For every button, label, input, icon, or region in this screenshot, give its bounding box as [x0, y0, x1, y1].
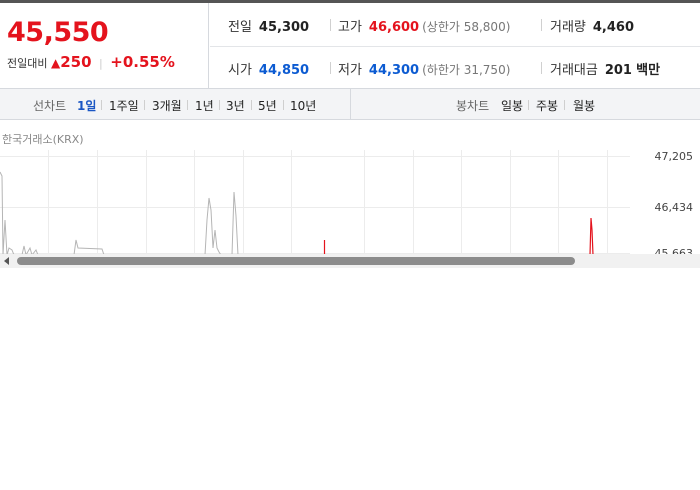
chart-gridlines: [0, 150, 630, 255]
high-label: 고가: [338, 20, 362, 35]
chart-canvas: [0, 150, 630, 255]
change-label: 전일대비: [7, 57, 48, 70]
horizontal-scrollbar[interactable]: [0, 254, 700, 268]
tab-separator: [144, 100, 145, 110]
scroll-left-arrow-icon[interactable]: [4, 257, 9, 265]
y-tick-label: 46,434: [654, 201, 694, 214]
candle-chart-label: 봉차트: [456, 99, 490, 113]
lower-limit: (하한가 31,750): [422, 63, 511, 77]
divider: [330, 62, 331, 74]
tab-separator: [101, 100, 102, 110]
price-spike: [589, 217, 594, 255]
volume-value: 4,460: [592, 20, 635, 35]
amount-cell: 거래대금 201 백만: [550, 59, 660, 78]
tab-3month[interactable]: 3개월: [152, 97, 182, 114]
volume-cell: 거래량 4,460: [550, 16, 634, 35]
change-row: 전일대비 ▲250 | +0.55%: [7, 53, 175, 71]
tab-1day[interactable]: 1일: [77, 97, 96, 114]
low-label: 저가: [338, 63, 362, 78]
tab-separator: [283, 100, 284, 110]
exchange-label: 한국거래소(KRX): [2, 133, 84, 146]
tab-separator: [528, 100, 529, 110]
chart-tab-bar: 선차트 1일 1주일 3개월 1년 3년 5년 10년 봉차트 일봉 주봉 월봉: [0, 89, 700, 120]
amount-value: 201: [604, 63, 632, 78]
high-value: 46,600: [368, 20, 420, 35]
tab-1year[interactable]: 1년: [195, 97, 214, 114]
tab-1week[interactable]: 1주일: [109, 97, 139, 114]
prev-close-label: 전일: [228, 20, 252, 35]
y-tick-label: 47,205: [654, 150, 694, 163]
divider: [541, 62, 542, 74]
tab-separator: [564, 100, 565, 110]
open-cell: 시가 44,850: [228, 59, 309, 78]
tab-daily-candle[interactable]: 일봉: [501, 97, 523, 114]
tab-5year[interactable]: 5년: [258, 97, 277, 114]
price-box: 45,550 전일대비 ▲250 | +0.55%: [0, 3, 209, 88]
row-divider: [210, 46, 700, 47]
current-price: 45,550: [7, 17, 109, 48]
change-separator: |: [99, 57, 103, 70]
volume-label: 거래량: [550, 20, 586, 35]
divider: [330, 19, 331, 31]
change-value: 250: [60, 53, 92, 71]
amount-label: 거래대금: [550, 63, 598, 78]
line-chart-label: 선차트: [33, 99, 67, 113]
prev-close-cell: 전일 45,300: [228, 16, 309, 35]
quote-summary: 45,550 전일대비 ▲250 | +0.55% 전일 45,300 고가 46,…: [0, 3, 700, 89]
low-cell: 저가 44,300 (하한가 31,750): [338, 59, 510, 78]
tab-separator: [251, 100, 252, 110]
tab-separator: [187, 100, 188, 110]
price-line: [0, 171, 239, 255]
open-value: 44,850: [258, 63, 310, 78]
upper-limit: (상한가 58,800): [422, 20, 511, 34]
scrollbar-thumb[interactable]: [17, 257, 575, 265]
amount-unit: 백만: [636, 63, 661, 78]
low-value: 44,300: [368, 63, 420, 78]
tab-separator: [219, 100, 220, 110]
tab-10year[interactable]: 10년: [290, 97, 316, 114]
chart-area: 한국거래소(KRX) 47,205 46,434 45,663: [0, 120, 700, 255]
tab-monthly-candle[interactable]: 월봉: [573, 97, 595, 114]
prev-close-value: 45,300: [258, 20, 310, 35]
triangle-up-icon: ▲: [50, 56, 61, 70]
change-rate: +0.55%: [110, 53, 175, 71]
high-cell: 고가 46,600 (상한가 58,800): [338, 16, 510, 35]
tab-weekly-candle[interactable]: 주봉: [536, 97, 558, 114]
open-label: 시가: [228, 63, 252, 78]
tab-3year[interactable]: 3년: [226, 97, 245, 114]
divider: [541, 19, 542, 31]
tab-group-divider: [350, 89, 351, 119]
